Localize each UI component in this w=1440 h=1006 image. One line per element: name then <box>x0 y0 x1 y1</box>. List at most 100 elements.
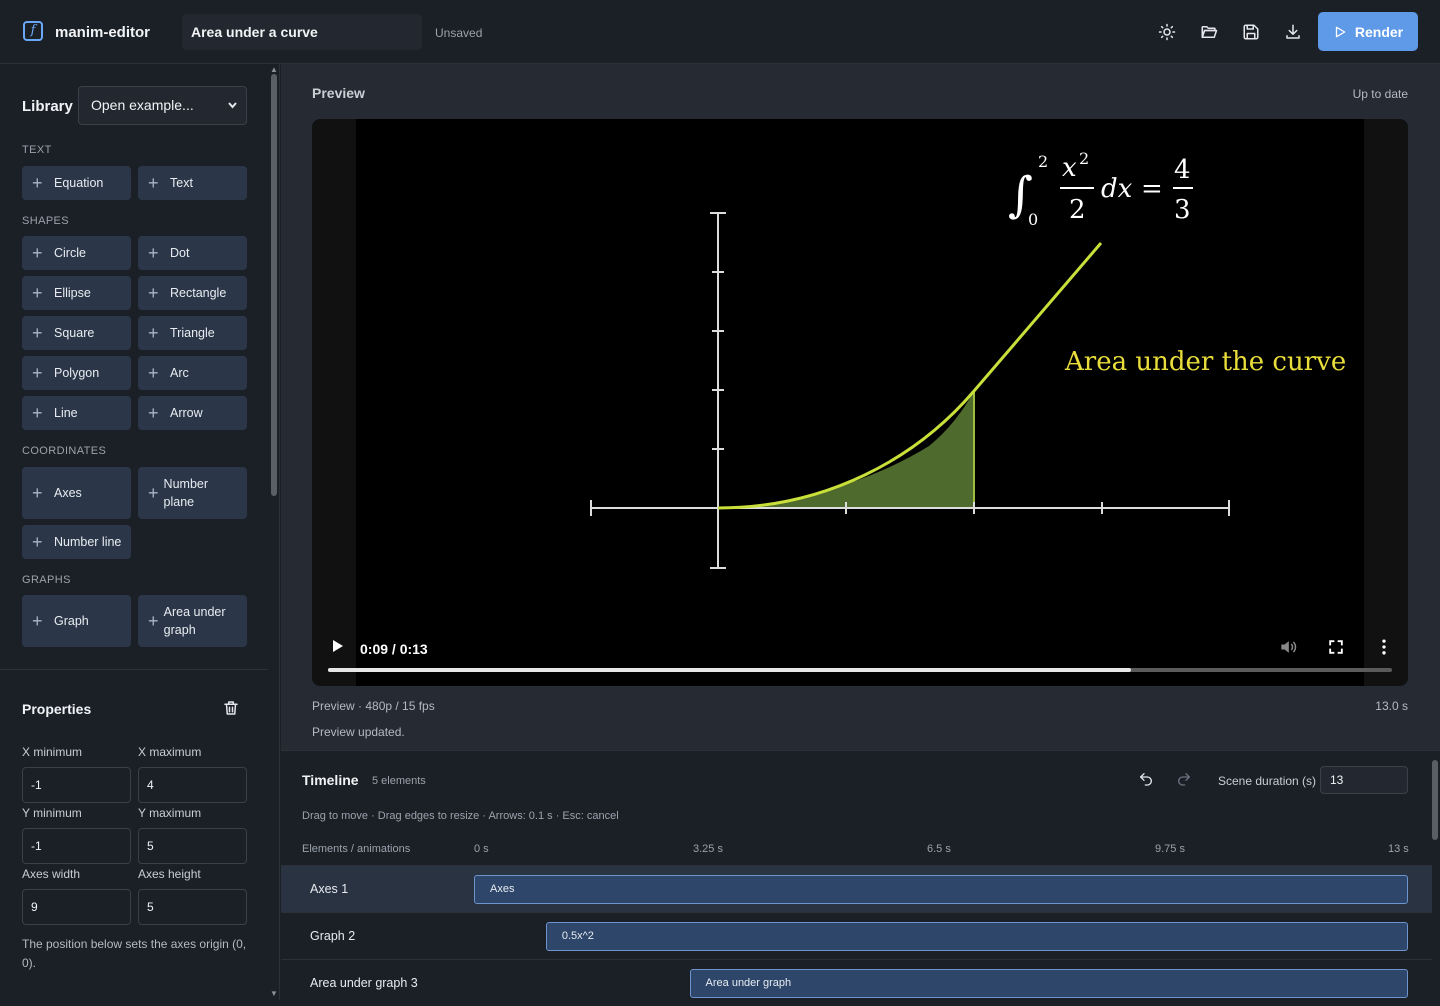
scene-caption: Area under the curve <box>1064 347 1346 377</box>
theme-toggle-icon[interactable] <box>1156 21 1178 43</box>
plus-icon: + <box>148 403 159 423</box>
axes-height-input[interactable]: 5 <box>138 889 247 925</box>
preview-meta: Preview · 480p / 15 fps <box>312 699 435 713</box>
add-square-button[interactable]: + Square <box>22 316 131 350</box>
add-circle-button[interactable]: + Circle <box>22 236 131 270</box>
timeline-count: 5 elements <box>372 775 426 787</box>
x-max-input[interactable]: 4 <box>138 767 247 803</box>
plus-icon: + <box>32 611 43 631</box>
add-text-button[interactable]: + Text <box>138 166 247 200</box>
timeline-row[interactable]: Area under graph 3 Area under graph <box>281 959 1432 1006</box>
svg-text:2: 2 <box>1079 149 1089 168</box>
add-number-line-button[interactable]: + Number line <box>22 525 131 559</box>
add-area-under-graph-button[interactable]: + Area under graph <box>138 595 247 647</box>
render-label: Render <box>1354 23 1404 40</box>
timeline-row[interactable]: Graph 2 0.5x^2 <box>281 912 1432 959</box>
timeline-row[interactable]: Axes 1 Axes <box>281 865 1432 912</box>
add-dot-button[interactable]: + Dot <box>138 236 247 270</box>
svg-text:x: x <box>1062 153 1077 183</box>
section-coordinates: COORDINATES <box>22 445 107 457</box>
render-button[interactable]: Render <box>1318 12 1418 51</box>
video-player[interactable]: ∫ 2 0 x 2 2 dx = 4 3 Area under the curv… <box>312 119 1408 686</box>
top-bar: f manim-editor Area under a curve Unsave… <box>0 0 1440 64</box>
timeline-scrollbar[interactable] <box>1432 760 1438 840</box>
timeline-row-label: Axes 1 <box>310 882 349 896</box>
open-folder-icon[interactable] <box>1198 21 1220 43</box>
sidebar-scrollbar[interactable] <box>271 74 277 496</box>
section-text: TEXT <box>22 144 52 156</box>
scene-duration-label: Scene duration (s) <box>1218 774 1317 788</box>
add-equation-button[interactable]: + Equation <box>22 166 131 200</box>
y-max-label: Y maximum <box>138 806 202 820</box>
video-progress-bar[interactable] <box>328 668 1392 672</box>
svg-text:2: 2 <box>1069 195 1086 225</box>
save-icon[interactable] <box>1240 21 1262 43</box>
volume-icon[interactable] <box>1278 637 1298 657</box>
example-select[interactable]: Open example... <box>78 86 247 125</box>
scene-canvas: ∫ 2 0 x 2 2 dx = 4 3 Area under the curv… <box>590 149 1346 569</box>
more-options-icon[interactable] <box>1374 637 1394 657</box>
save-status: Unsaved <box>435 26 483 40</box>
plus-icon: + <box>148 611 159 631</box>
video-time: 0:09 / 0:13 <box>360 641 428 657</box>
add-axes-button[interactable]: + Axes <box>22 467 131 519</box>
fullscreen-icon[interactable] <box>1326 637 1346 657</box>
preview-duration: 13.0 s <box>1375 699 1408 713</box>
svg-text:3: 3 <box>1174 195 1191 225</box>
plus-icon: + <box>32 532 43 552</box>
add-polygon-button[interactable]: + Polygon <box>22 356 131 390</box>
add-ellipse-button[interactable]: + Ellipse <box>22 276 131 310</box>
download-icon[interactable] <box>1282 21 1304 43</box>
plus-icon: + <box>32 403 43 423</box>
plus-icon: + <box>32 243 43 263</box>
video-frame: ∫ 2 0 x 2 2 dx = 4 3 Area under the curv… <box>356 119 1364 686</box>
scroll-down-icon[interactable]: ▼ <box>270 990 278 998</box>
timeline-bar[interactable]: Area under graph <box>689 969 1408 998</box>
timeline-row-label: Graph 2 <box>310 929 356 943</box>
properties-note: The position below sets the axes origin … <box>22 937 247 970</box>
plus-icon: + <box>148 283 159 303</box>
area-under-graph <box>718 391 974 508</box>
plus-icon: + <box>32 483 43 503</box>
timeline-tick: 0 s <box>474 843 489 855</box>
trash-icon[interactable] <box>222 699 240 717</box>
x-min-input[interactable]: -1 <box>22 767 131 803</box>
scene-title-input[interactable]: Area under a curve <box>182 14 422 50</box>
scene-duration-input[interactable]: 13 <box>1320 766 1408 794</box>
scroll-up-icon[interactable]: ▲ <box>270 66 278 74</box>
timeline-hint: Drag to move · Drag edges to resize · Ar… <box>302 810 619 822</box>
timeline-tick: 3.25 s <box>693 843 723 855</box>
add-graph-button[interactable]: + Graph <box>22 595 131 647</box>
section-shapes: SHAPES <box>22 215 70 227</box>
plus-icon: + <box>32 283 43 303</box>
y-min-input[interactable]: -1 <box>22 828 131 864</box>
chevron-down-icon <box>227 87 238 140</box>
divider <box>0 669 268 670</box>
example-select-value: Open example... <box>91 97 194 113</box>
add-arc-button[interactable]: + Arc <box>138 356 247 390</box>
axes-height-label: Axes height <box>138 867 201 881</box>
undo-icon[interactable] <box>1138 771 1156 789</box>
timeline-bar[interactable]: Axes <box>474 875 1408 904</box>
add-rectangle-button[interactable]: + Rectangle <box>138 276 247 310</box>
video-controls: 0:09 / 0:13 <box>312 626 1408 686</box>
axes-width-input[interactable]: 9 <box>22 889 131 925</box>
section-graphs: GRAPHS <box>22 574 71 586</box>
add-number-plane-button[interactable]: + Number plane <box>138 467 247 519</box>
add-arrow-button[interactable]: + Arrow <box>138 396 247 430</box>
redo-icon[interactable] <box>1176 771 1194 789</box>
timeline-tick: 9.75 s <box>1155 843 1185 855</box>
add-triangle-button[interactable]: + Triangle <box>138 316 247 350</box>
add-line-button[interactable]: + Line <box>22 396 131 430</box>
plus-icon: + <box>148 483 159 503</box>
preview-status: Preview updated. <box>312 725 405 739</box>
plus-icon: + <box>32 173 43 193</box>
play-icon[interactable] <box>330 638 344 659</box>
svg-text:0: 0 <box>1028 210 1038 229</box>
y-max-input[interactable]: 5 <box>138 828 247 864</box>
timeline-bar[interactable]: 0.5x^2 <box>545 922 1408 951</box>
library-label: Library <box>22 98 73 115</box>
plus-icon: + <box>148 173 159 193</box>
plus-icon: + <box>148 323 159 343</box>
preview-title: Preview <box>312 85 365 101</box>
